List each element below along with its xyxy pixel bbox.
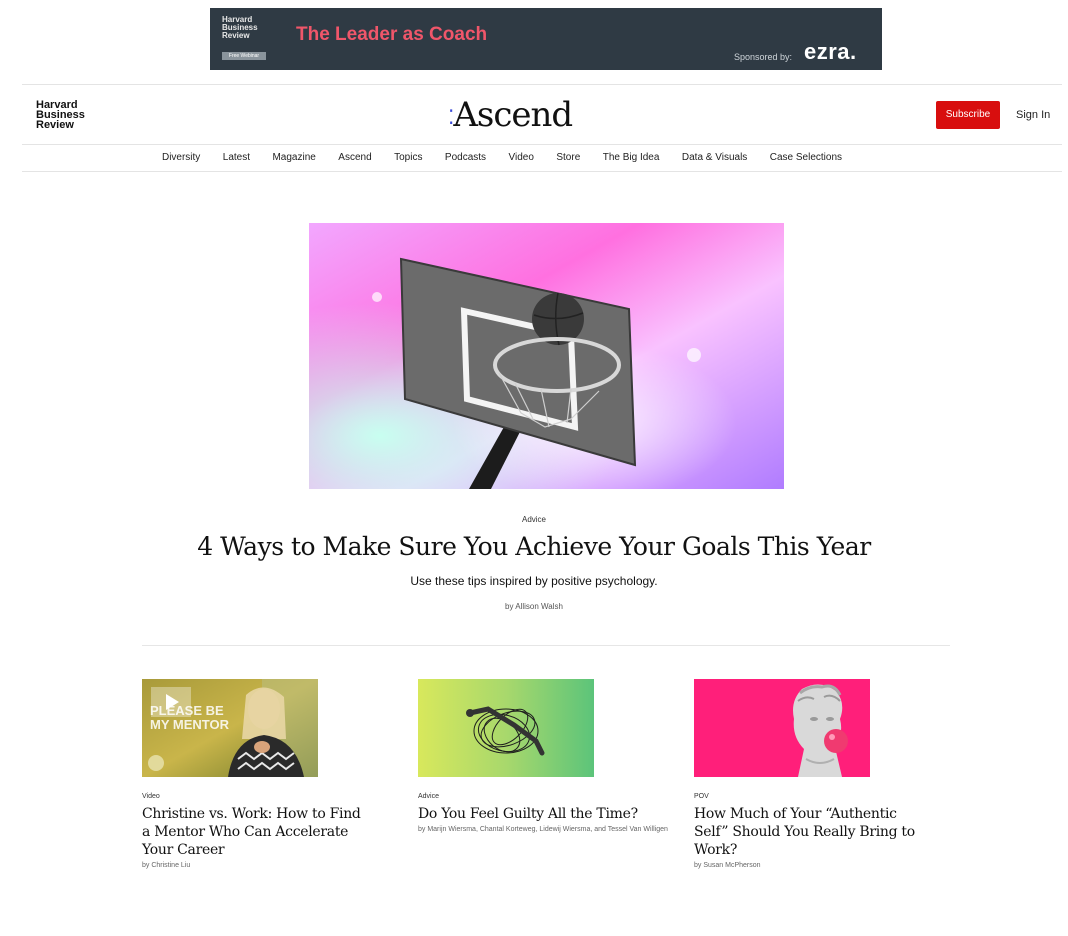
nav-item-diversity[interactable]: Diversity: [162, 145, 200, 171]
article-card[interactable]: PLEASE BE MY MENTOR Video Christine vs. …: [142, 679, 382, 870]
hbr-logo-line: Review: [36, 119, 74, 131]
ad-sponsored-label: Sponsored by:: [734, 52, 793, 62]
card-kicker[interactable]: Advice: [418, 793, 658, 800]
thumbnail-text-line2: MY MENTOR: [150, 717, 230, 732]
section-divider: [142, 645, 950, 646]
hero-image[interactable]: [309, 223, 784, 489]
nav-list: Diversity Latest Magazine Ascend Topics …: [153, 145, 851, 171]
wordmark-dots-icon: ⁚: [448, 105, 454, 129]
nav-item-podcasts[interactable]: Podcasts: [445, 145, 486, 171]
ad-sponsor-logo: ezra.: [804, 39, 857, 64]
ad-banner[interactable]: Harvard Business Review Free Webinar The…: [210, 8, 882, 70]
card-title[interactable]: Do You Feel Guilty All the Time?: [418, 805, 658, 823]
nav-item-ascend[interactable]: Ascend: [338, 145, 371, 171]
hero-title[interactable]: 4 Ways to Make Sure You Achieve Your Goa…: [0, 530, 1068, 564]
nav-item-data-visuals[interactable]: Data & Visuals: [682, 145, 747, 171]
ad-hbr-logo: Harvard Business Review: [222, 16, 258, 40]
nav-item-magazine[interactable]: Magazine: [272, 145, 315, 171]
card-image-video[interactable]: PLEASE BE MY MENTOR: [142, 679, 318, 777]
card-image-pov[interactable]: [694, 679, 870, 777]
ad-title: The Leader as Coach: [296, 24, 488, 45]
mentor-video-thumbnail: PLEASE BE MY MENTOR: [142, 679, 318, 777]
ad-logo-line: Review: [222, 31, 250, 40]
nav-item-case-selections[interactable]: Case Selections: [770, 145, 842, 171]
basketball-hoop-image: [309, 223, 784, 489]
hbr-logo[interactable]: Harvard Business Review: [36, 100, 85, 131]
card-image-advice[interactable]: [418, 679, 594, 777]
hero-dek: Use these tips inspired by positive psyc…: [410, 574, 658, 588]
statue-bubblegum-image: [694, 679, 870, 777]
subscribe-button[interactable]: Subscribe: [936, 101, 1000, 129]
article-card[interactable]: Advice Do You Feel Guilty All the Time? …: [418, 679, 668, 834]
nav-item-latest[interactable]: Latest: [223, 145, 250, 171]
card-byline[interactable]: by Marijn Wiersma, Chantal Korteweg, Lid…: [418, 826, 668, 834]
nav-item-video[interactable]: Video: [509, 145, 534, 171]
main-nav: Diversity Latest Magazine Ascend Topics …: [22, 144, 1062, 172]
card-byline[interactable]: by Susan McPherson: [694, 862, 934, 870]
card-title[interactable]: Christine vs. Work: How to Find a Mentor…: [142, 805, 362, 859]
thumbnail-text-line1: PLEASE BE: [150, 703, 224, 718]
hero-kicker[interactable]: Advice: [0, 515, 1068, 524]
nav-item-store[interactable]: Store: [556, 145, 580, 171]
nav-item-topics[interactable]: Topics: [394, 145, 422, 171]
article-card[interactable]: POV How Much of Your “Authentic Self” Sh…: [694, 679, 934, 870]
scribble-figure-image: [418, 679, 594, 777]
card-kicker[interactable]: POV: [694, 793, 934, 800]
sign-in-link[interactable]: Sign In: [1016, 101, 1050, 129]
card-kicker[interactable]: Video: [142, 793, 382, 800]
ad-tag: Free Webinar: [222, 52, 266, 60]
nav-item-big-idea[interactable]: The Big Idea: [603, 145, 660, 171]
site-header: Harvard Business Review ⁚Ascend Subscrib…: [22, 84, 1062, 145]
ascend-wordmark[interactable]: ⁚Ascend: [448, 95, 573, 135]
card-byline[interactable]: by Christine Liu: [142, 862, 382, 870]
card-title[interactable]: How Much of Your “Authentic Self” Should…: [694, 805, 924, 859]
wordmark-text: Ascend: [453, 95, 573, 135]
hero-byline[interactable]: by Allison Walsh: [0, 602, 1068, 611]
